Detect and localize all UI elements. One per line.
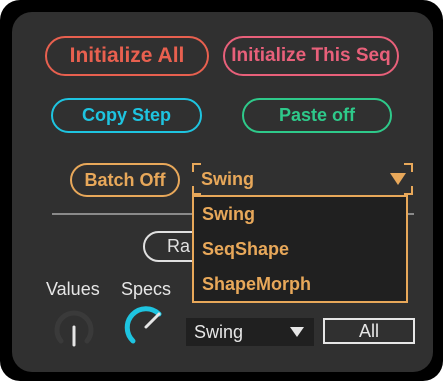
dropdown-option-shapemorph[interactable]: ShapeMorph	[202, 274, 311, 295]
mode-select[interactable]: Swing	[192, 163, 413, 195]
bottom-select-value: Swing	[194, 322, 244, 342]
values-label: Values	[46, 279, 100, 299]
specs-dial-icon[interactable]	[124, 305, 168, 349]
specs-label: Specs	[121, 279, 172, 299]
initialize-this-seq-button[interactable]: Initialize This Seq	[223, 36, 399, 76]
dropdown-option-seqshape[interactable]: SeqShape	[202, 239, 289, 260]
dropdown-option-swing[interactable]: Swing	[202, 204, 255, 225]
triangle-down-icon	[390, 173, 406, 185]
paste-button[interactable]: Paste off	[242, 98, 392, 133]
all-button[interactable]: All	[323, 318, 415, 344]
values-dial-icon[interactable]	[52, 305, 96, 349]
mode-dropdown-list: Swing SeqShape ShapeMorph	[192, 195, 408, 303]
triangle-down-icon	[290, 327, 304, 337]
mode-select-value: Swing	[201, 169, 254, 189]
batch-button[interactable]: Batch Off	[70, 163, 180, 197]
copy-step-button[interactable]: Copy Step	[51, 98, 202, 133]
device-panel: Initialize All Initialize This Seq Copy …	[0, 0, 443, 381]
bottom-select[interactable]: Swing	[186, 318, 314, 346]
initialize-all-button[interactable]: Initialize All	[45, 36, 209, 76]
